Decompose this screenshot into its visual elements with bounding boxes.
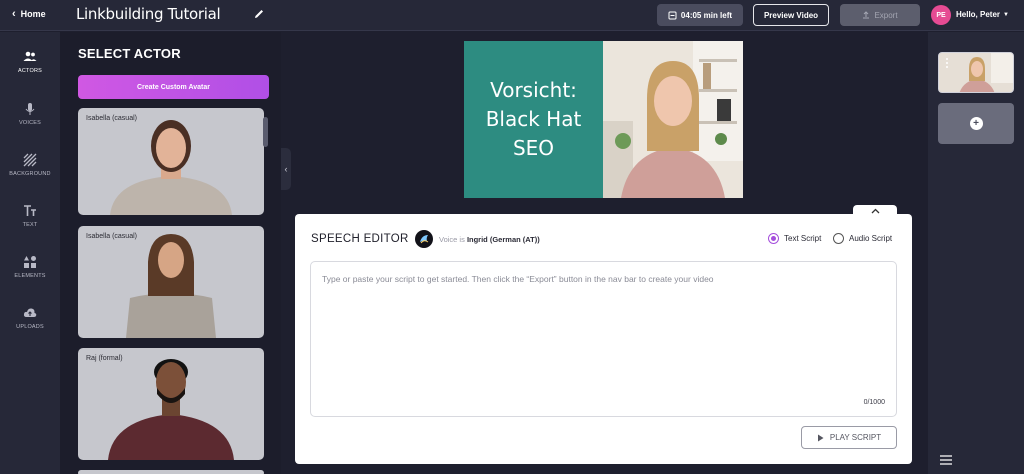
time-left-label: 04:05 min left	[680, 10, 733, 20]
play-script-label: PLAY SCRIPT	[829, 433, 882, 442]
preview-video-button[interactable]: Preview Video	[753, 4, 829, 26]
upload-icon	[863, 11, 870, 19]
actor-portrait	[110, 120, 232, 215]
editor-title: SPEECH EDITOR	[311, 233, 409, 245]
text-icon	[24, 205, 36, 216]
voice-selector[interactable]: Voice is Ingrid (German (AT))	[439, 235, 540, 244]
actor-name: Raj (formal)	[86, 355, 123, 362]
home-label: Home	[20, 9, 46, 19]
sidebar-item-label: BACKGROUND	[9, 171, 51, 177]
character-counter: 0/1000	[863, 399, 885, 406]
voice-name: Ingrid (German (AT))	[466, 235, 540, 244]
user-avatar[interactable]: PE	[931, 5, 951, 25]
sidebar-item-label: ACTORS	[17, 68, 43, 74]
video-preview[interactable]: Vorsicht: Black Hat SEO	[464, 41, 743, 198]
people-icon	[23, 51, 37, 61]
tool-sidebar: ACTORS VOICES BACKGROUND TEXT ELEMENTS U…	[0, 32, 60, 474]
sidebar-item-uploads[interactable]: UPLOADS	[0, 306, 60, 346]
add-scene-button[interactable]: +	[938, 103, 1014, 144]
scene-thumbnail[interactable]	[938, 52, 1014, 93]
greeting-label: Hello, Peter	[956, 10, 1001, 19]
cloud-upload-icon	[23, 308, 37, 317]
actor-portrait	[126, 234, 216, 338]
sidebar-item-label: ELEMENTS	[14, 273, 46, 279]
voice-avatar-icon[interactable]	[415, 230, 433, 248]
actor-name: Isabella (casual)	[86, 233, 137, 240]
chevron-left-icon: ‹	[284, 164, 288, 174]
actor-name: Isabella (casual)	[86, 115, 137, 122]
shapes-icon	[24, 256, 36, 268]
preview-text-block: Vorsicht: Black Hat SEO	[464, 41, 603, 198]
plus-icon: +	[969, 117, 983, 130]
radio-label: Audio Script	[849, 234, 893, 243]
sidebar-item-background[interactable]: BACKGROUND	[0, 153, 60, 193]
export-button[interactable]: Export	[840, 4, 920, 26]
chevron-left-icon: ‹	[12, 7, 16, 20]
time-left-badge: 04:05 min left	[657, 4, 743, 26]
actor-card[interactable]	[78, 470, 264, 474]
script-placeholder: Type or paste your script to get started…	[322, 274, 714, 284]
caret-down-icon: ▼	[1003, 11, 1009, 18]
preview-actor-image	[603, 41, 743, 198]
user-menu[interactable]: Hello, Peter ▼	[956, 10, 1009, 19]
actor-card[interactable]: Raj (formal)	[78, 348, 264, 460]
radio-label: Text Script	[784, 234, 822, 243]
panel-title: SELECT ACTOR	[78, 46, 181, 61]
sidebar-item-voices[interactable]: VOICES	[0, 102, 60, 142]
actor-panel: SELECT ACTOR Create Custom Avatar Isabel…	[60, 32, 281, 474]
collapse-panel-button[interactable]: ‹	[281, 148, 291, 190]
sidebar-item-label: VOICES	[19, 120, 41, 126]
actor-card[interactable]: Isabella (casual)	[78, 108, 264, 215]
scenes-panel: +	[928, 32, 1024, 474]
sidebar-item-text[interactable]: TEXT	[0, 204, 60, 244]
speech-editor: SPEECH EDITOR Voice is Ingrid (German (A…	[295, 214, 912, 464]
radio-unselected-icon	[833, 233, 844, 244]
preview-text-line: Vorsicht:	[490, 78, 577, 102]
top-bar: ‹ Home Linkbuilding Tutorial 04:05 min l…	[0, 0, 1024, 31]
project-title[interactable]: Linkbuilding Tutorial	[76, 5, 221, 23]
radio-selected-icon	[768, 233, 779, 244]
export-label: Export	[874, 10, 898, 20]
background-pattern-icon	[23, 153, 37, 167]
create-custom-avatar-button[interactable]: Create Custom Avatar	[78, 75, 269, 99]
sidebar-item-elements[interactable]: ELEMENTS	[0, 255, 60, 295]
script-textarea[interactable]: Type or paste your script to get started…	[310, 261, 897, 417]
audio-script-radio[interactable]: Audio Script	[833, 233, 892, 244]
actor-card[interactable]: Isabella (casual)	[78, 226, 264, 338]
sidebar-item-actors[interactable]: ACTORS	[0, 50, 60, 90]
sidebar-item-label: UPLOADS	[16, 324, 44, 330]
play-script-button[interactable]: PLAY SCRIPT	[801, 426, 897, 449]
preview-text-line: SEO	[512, 136, 555, 160]
home-link[interactable]: ‹ Home	[12, 7, 46, 20]
actor-list-scrollbar[interactable]	[263, 117, 268, 147]
hamburger-menu-icon[interactable]	[940, 455, 952, 465]
sidebar-item-label: TEXT	[22, 222, 38, 228]
play-icon	[817, 434, 824, 441]
actor-portrait	[108, 359, 234, 460]
pencil-icon[interactable]	[253, 8, 265, 20]
voice-prefix: Voice is	[439, 235, 467, 244]
timer-icon	[668, 11, 677, 19]
preview-text-line: Black Hat	[485, 107, 582, 131]
microphone-icon	[25, 103, 35, 115]
text-script-radio[interactable]: Text Script	[768, 233, 821, 244]
